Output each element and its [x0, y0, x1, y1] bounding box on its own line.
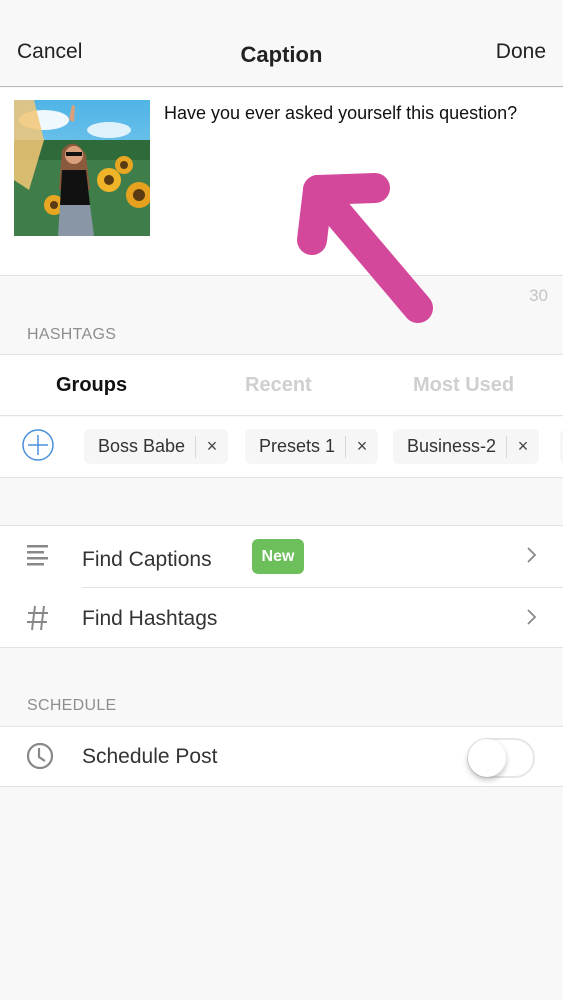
find-hashtags-row[interactable]: Find Hashtags [0, 588, 563, 649]
done-button[interactable]: Done [496, 40, 546, 64]
find-hashtags-label: Find Hashtags [82, 607, 218, 630]
hashtag-group-label: Boss Babe [98, 436, 186, 456]
caption-area: Have you ever asked yourself this questi… [0, 88, 563, 276]
plus-circle-icon [22, 429, 54, 461]
chevron-right-icon [527, 609, 537, 625]
hashtag-groups-row: Boss Babe × Presets 1 × Business-2 × [0, 417, 563, 478]
character-count: 30 [529, 286, 548, 305]
hashtag-group-chip[interactable]: Boss Babe × [84, 429, 229, 464]
text-lines-icon [27, 545, 48, 566]
schedule-post-label: Schedule Post [82, 745, 218, 768]
nav-bar: Cancel Caption Done [0, 0, 563, 87]
hashtag-group-label: Business-2 [407, 436, 497, 456]
new-badge: New [252, 539, 304, 574]
find-captions-label: Find Captions [82, 548, 212, 571]
hashtag-group-chip[interactable]: Presets 1 × [245, 429, 379, 464]
schedule-section-header: SCHEDULE [27, 697, 117, 714]
clock-icon [26, 742, 54, 770]
hashtags-section-header: HASHTAGS [27, 326, 117, 343]
schedule-post-row: Schedule Post [0, 726, 563, 787]
caption-input[interactable]: Have you ever asked yourself this questi… [164, 101, 524, 125]
schedule-post-toggle[interactable] [467, 738, 535, 778]
tab-recent[interactable]: Recent [245, 374, 312, 397]
tab-most-used[interactable]: Most Used [413, 374, 514, 397]
toggle-knob [468, 739, 506, 777]
find-captions-row[interactable]: Find Captions New [0, 526, 563, 587]
hashtag-group-chip[interactable]: Business-2 × [393, 429, 540, 464]
hashtag-tabs: Groups Recent Most Used [0, 354, 563, 416]
tab-groups[interactable]: Groups [56, 374, 127, 397]
tools-list: Find Captions New Find Hashtags [0, 525, 563, 648]
remove-group-icon[interactable]: × [346, 436, 378, 457]
remove-group-icon[interactable]: × [507, 436, 539, 457]
chevron-right-icon [527, 547, 537, 563]
add-group-button[interactable] [22, 429, 54, 461]
hash-icon [27, 605, 48, 631]
page-title: Caption [240, 42, 323, 67]
post-thumbnail[interactable] [14, 100, 150, 236]
hashtag-group-label: Presets 1 [259, 436, 336, 456]
remove-group-icon[interactable]: × [196, 436, 228, 457]
